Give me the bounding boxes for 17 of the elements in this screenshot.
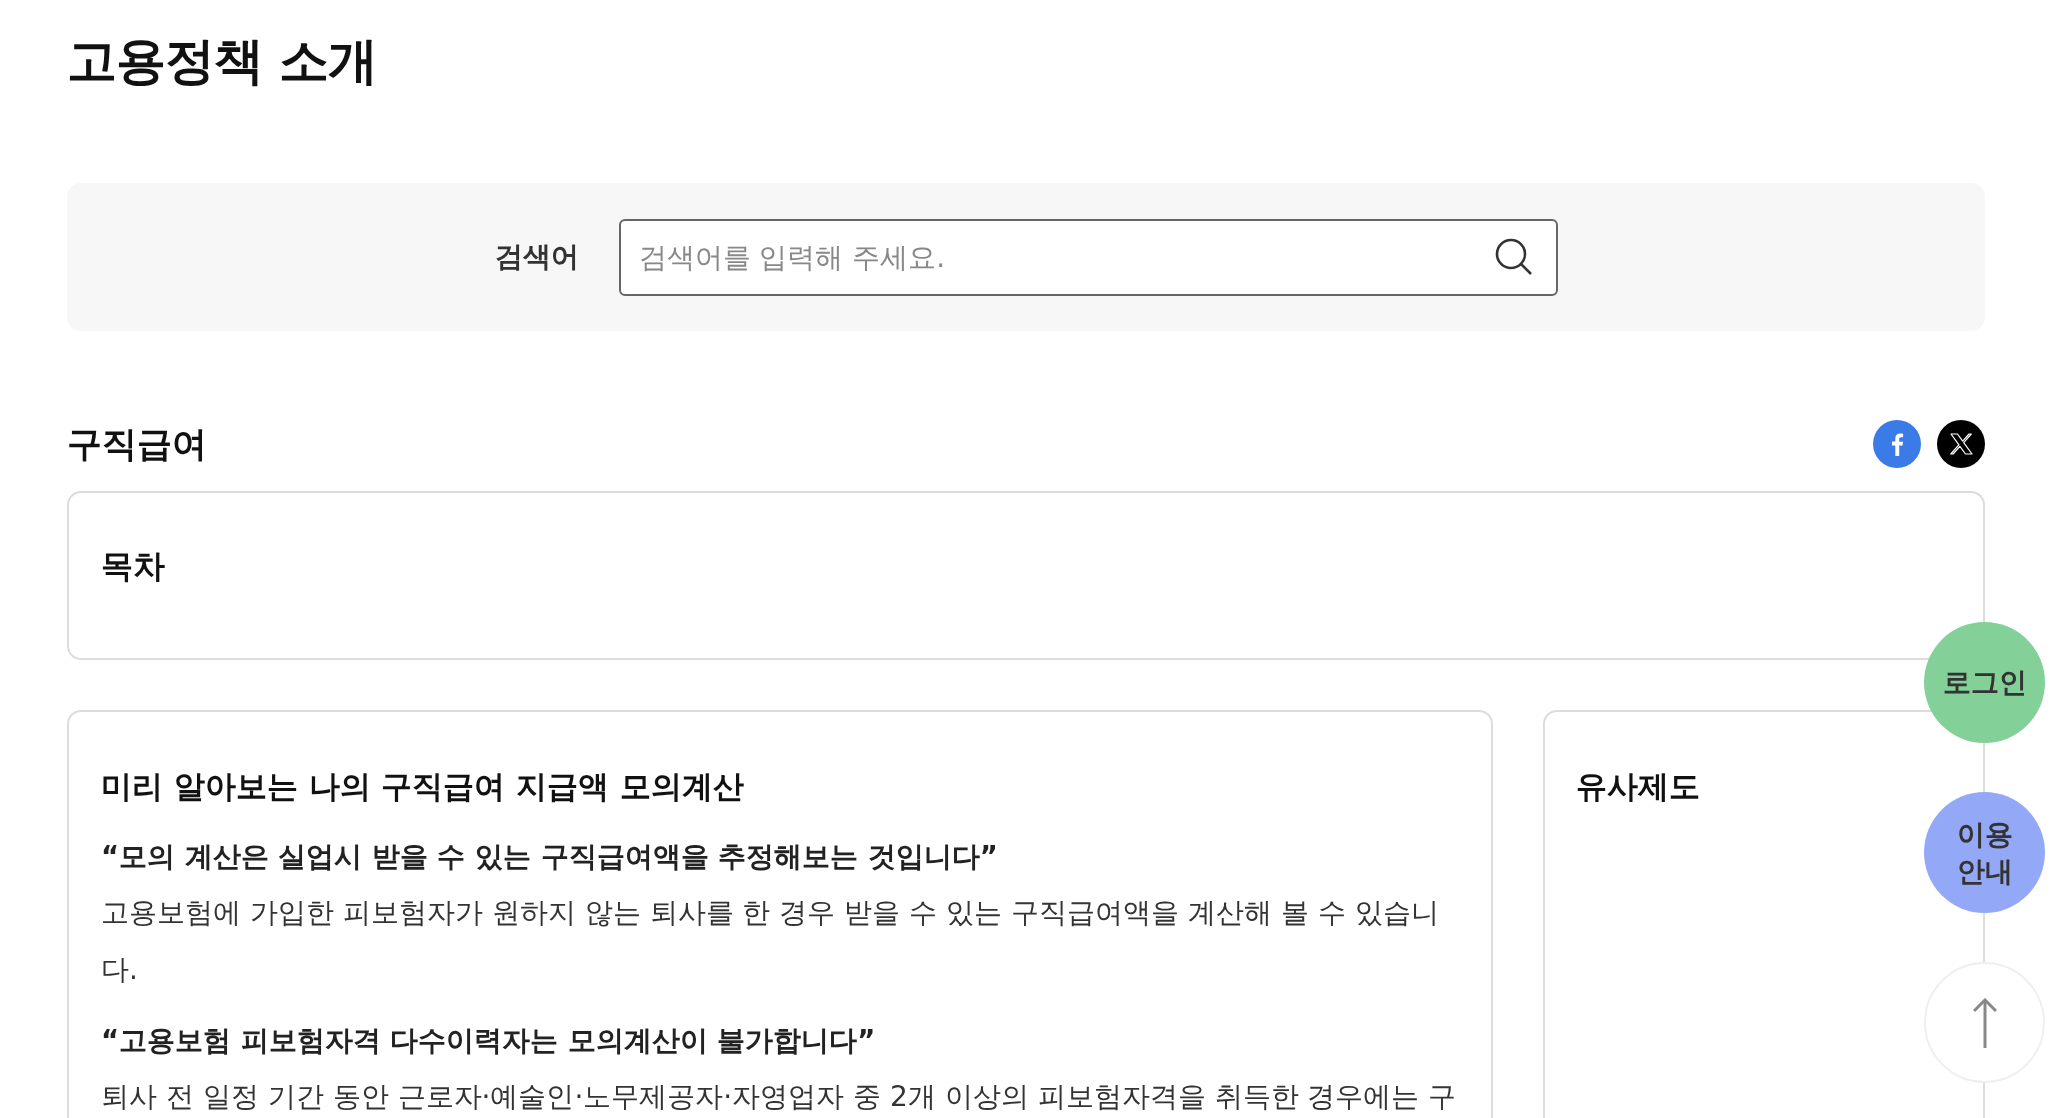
section-title: 구직급여: [67, 422, 207, 466]
page-title: 고용정책 소개: [67, 31, 378, 91]
guide-button[interactable]: 이용 안내: [1924, 792, 2045, 913]
toc-title: 목차: [101, 546, 165, 586]
quote-heading: “고용보험 피보험자격 다수이력자는 모의계산이 불가합니다”: [101, 1023, 876, 1058]
body-paragraph: 고용보험에 가입한 피보험자가 원하지 않는 퇴사를 한 경우 받을 수 있는 구직급여액을 계산해 볼 수 있습니다.: [101, 895, 1440, 988]
body-paragraph: 퇴사 전 일정 기간 동안 근로자·예술인·노무제공자·자영업자 중 2개 이상의 피보험자격을 취득한 경우에는 구: [101, 1079, 1458, 1115]
card-title: 미리 알아보는 나의 구직급여 지급액 모의계산: [101, 767, 744, 806]
search-icon[interactable]: [1493, 236, 1534, 277]
facebook-icon[interactable]: [1873, 419, 1921, 468]
card-title: 유사제도: [1576, 767, 1700, 806]
arrow-up-icon: [1972, 997, 1997, 1048]
search-label: 검색어: [494, 239, 579, 275]
quote-heading: “모의 계산은 실업시 받을 수 있는 구직급여액을 추정해보는 것입니다”: [101, 839, 998, 874]
search-field[interactable]: 검색어를 입력해 주세요.: [618, 218, 1558, 296]
login-button[interactable]: 로그인: [1924, 622, 2045, 743]
x-logo-icon[interactable]: [1937, 419, 1985, 468]
